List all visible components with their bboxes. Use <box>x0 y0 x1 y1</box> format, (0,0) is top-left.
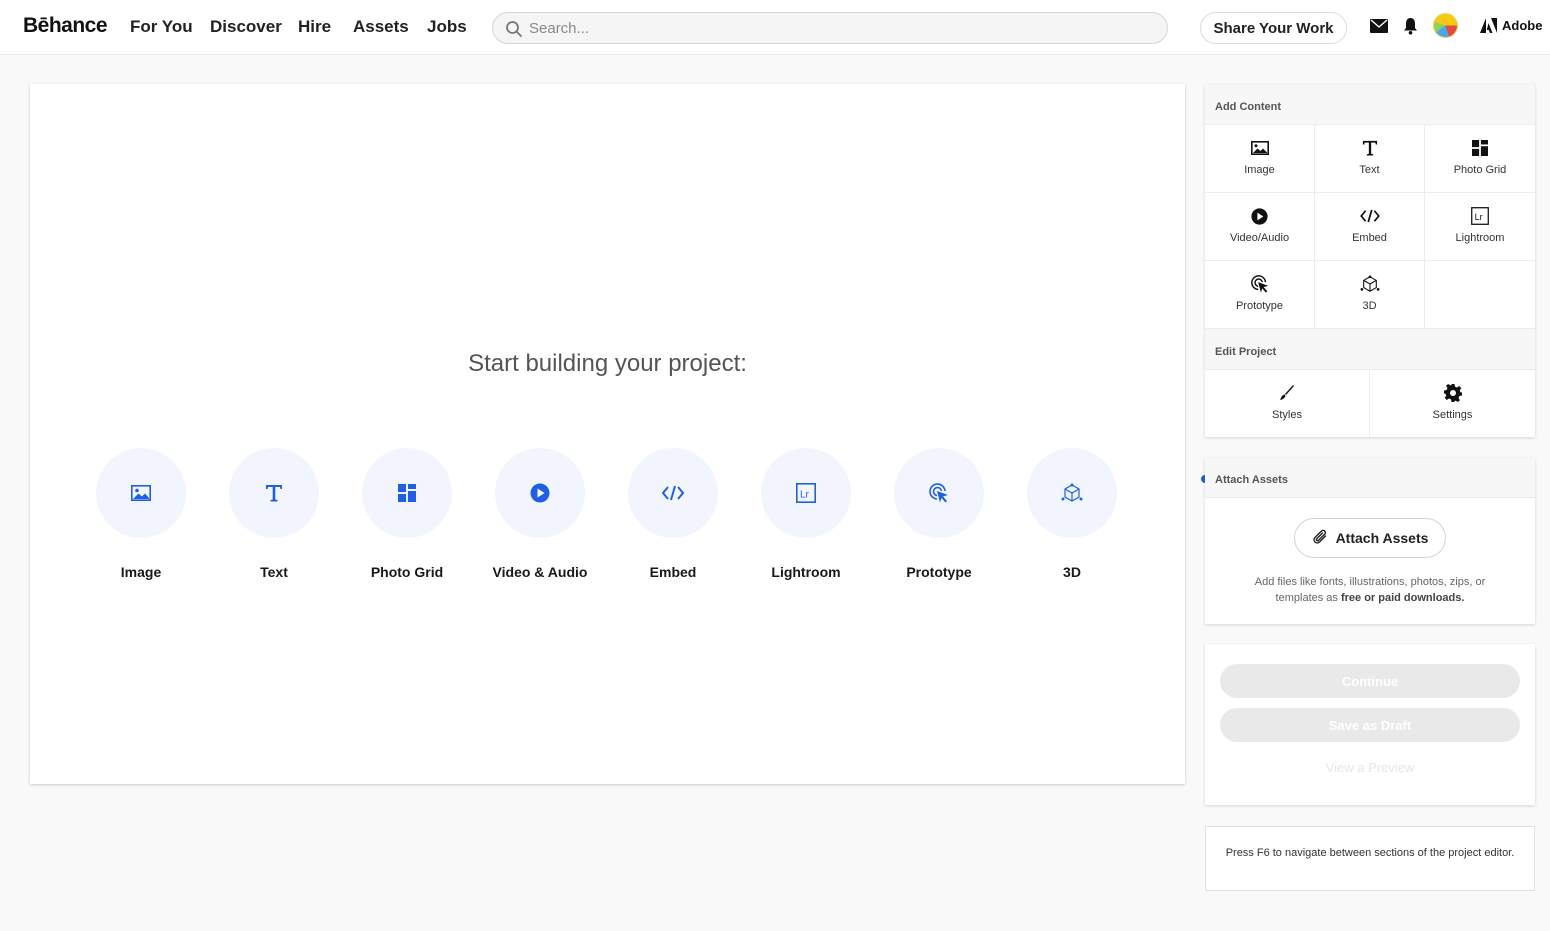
tool-3d[interactable]: 3D <box>1007 448 1137 580</box>
nav-link-assets[interactable]: Assets <box>353 17 409 37</box>
tool-label: Text <box>260 564 288 580</box>
edit-project-heading: Edit Project <box>1205 329 1535 370</box>
continue-button[interactable]: Continue <box>1220 664 1520 698</box>
behance-logo[interactable]: Bēhance <box>23 14 108 38</box>
code-icon <box>1359 209 1380 223</box>
nav-link-jobs[interactable]: Jobs <box>427 17 467 37</box>
svg-text:Lr: Lr <box>1475 212 1483 222</box>
publish-actions-panel: Continue Save as Draft View a Preview <box>1205 644 1535 805</box>
paintbrush-icon <box>1280 385 1294 400</box>
attach-assets-heading: Attach Assets <box>1205 458 1535 498</box>
view-preview-link[interactable]: View a Preview <box>1205 760 1535 775</box>
attach-assets-button-label: Attach Assets <box>1335 530 1429 546</box>
adobe-menu[interactable]: Adobe <box>1480 18 1542 33</box>
project-canvas: Start building your project: Image Text … <box>30 84 1185 784</box>
add-content-heading: Add Content <box>1205 84 1535 125</box>
add-text-button[interactable]: Text <box>1315 125 1425 193</box>
lightroom-icon: Lr <box>796 483 816 503</box>
add-image-button[interactable]: Image <box>1205 125 1315 193</box>
tool-lightroom[interactable]: Lr Lightroom <box>741 448 871 580</box>
add-3d-button[interactable]: 3D <box>1315 261 1425 329</box>
tool-video-audio[interactable]: Video & Audio <box>475 448 605 580</box>
top-navigation: Bēhance For You Discover Hire Assets Job… <box>0 0 1550 55</box>
image-icon <box>131 485 151 501</box>
tool-label: Video & Audio <box>492 564 588 580</box>
canvas-title: Start building your project: <box>468 350 747 377</box>
tool-label: 3D <box>1063 564 1081 580</box>
add-content-label: Image <box>1244 164 1275 176</box>
tool-label: Lightroom <box>771 564 841 580</box>
adobe-logo-icon <box>1480 18 1497 33</box>
attach-assets-panel: Attach Assets Attach Assets Add files li… <box>1205 458 1535 624</box>
tool-embed[interactable]: Embed <box>608 448 738 580</box>
tool-label: Embed <box>649 564 697 580</box>
attach-assets-button[interactable]: Attach Assets <box>1294 518 1446 558</box>
settings-label: Settings <box>1432 409 1473 421</box>
tool-label: Image <box>120 564 162 580</box>
text-icon <box>1362 140 1377 156</box>
add-content-label: 3D <box>1362 300 1377 312</box>
play-icon <box>1251 207 1268 225</box>
styles-label: Styles <box>1272 409 1302 421</box>
add-content-label: Lightroom <box>1455 232 1505 244</box>
tool-photo-grid[interactable]: Photo Grid <box>342 448 472 580</box>
paperclip-icon <box>1312 529 1326 544</box>
tool-label: Prototype <box>906 564 972 580</box>
tool-image[interactable]: Image <box>76 448 206 580</box>
play-icon <box>530 483 550 503</box>
add-prototype-button[interactable]: Prototype <box>1205 261 1315 329</box>
tool-text[interactable]: Text <box>209 448 339 580</box>
adobe-label: Adobe <box>1502 18 1543 33</box>
nav-link-hire[interactable]: Hire <box>298 17 331 37</box>
add-content-label: Prototype <box>1235 300 1284 312</box>
empty-cell <box>1425 261 1535 329</box>
save-as-draft-button[interactable]: Save as Draft <box>1220 708 1520 742</box>
add-video-audio-button[interactable]: Video/Audio <box>1205 193 1315 261</box>
search-bar[interactable] <box>492 12 1168 44</box>
add-content-label: Embed <box>1352 232 1387 244</box>
cursor-click-icon <box>929 483 948 503</box>
bell-icon[interactable] <box>1403 17 1418 35</box>
add-photo-grid-button[interactable]: Photo Grid <box>1425 125 1535 193</box>
mail-icon[interactable] <box>1370 19 1388 33</box>
nav-link-for-you[interactable]: For You <box>130 17 193 37</box>
photo-grid-icon <box>1472 140 1488 156</box>
add-content-label: Photo Grid <box>1453 164 1507 176</box>
code-icon <box>662 485 684 501</box>
photo-grid-icon <box>398 484 416 502</box>
tool-label: Photo Grid <box>370 564 444 580</box>
search-icon <box>506 21 522 37</box>
keyboard-navigation-note: Press F6 to navigate between sections of… <box>1205 826 1535 891</box>
cube-icon <box>1061 483 1083 502</box>
cube-icon <box>1360 275 1379 292</box>
add-content-grid: Image Text Photo Grid Video/Audio Embed … <box>1205 125 1535 329</box>
attach-assets-description: Add files like fonts, illustrations, pho… <box>1254 576 1486 604</box>
share-your-work-button[interactable]: Share Your Work <box>1200 12 1347 44</box>
cursor-click-icon <box>1250 275 1268 293</box>
text-icon <box>266 485 282 502</box>
edit-project-grid: Styles Settings <box>1205 370 1535 437</box>
content-panel: Add Content Image Text Photo Grid Video/… <box>1205 84 1535 437</box>
add-content-label: Video/Audio <box>1229 232 1290 244</box>
add-embed-button[interactable]: Embed <box>1315 193 1425 261</box>
styles-button[interactable]: Styles <box>1205 370 1370 437</box>
image-icon <box>1250 141 1269 155</box>
add-lightroom-button[interactable]: Lr Lightroom <box>1425 193 1535 261</box>
gear-icon <box>1443 384 1462 402</box>
nav-link-discover[interactable]: Discover <box>210 17 282 37</box>
settings-button[interactable]: Settings <box>1370 370 1535 437</box>
tool-prototype[interactable]: Prototype <box>874 448 1004 580</box>
add-content-label: Text <box>1359 164 1380 176</box>
lightroom-icon: Lr <box>1471 207 1489 225</box>
search-input[interactable] <box>529 18 1129 38</box>
avatar[interactable] <box>1433 13 1458 38</box>
svg-text:Lr: Lr <box>800 490 810 501</box>
